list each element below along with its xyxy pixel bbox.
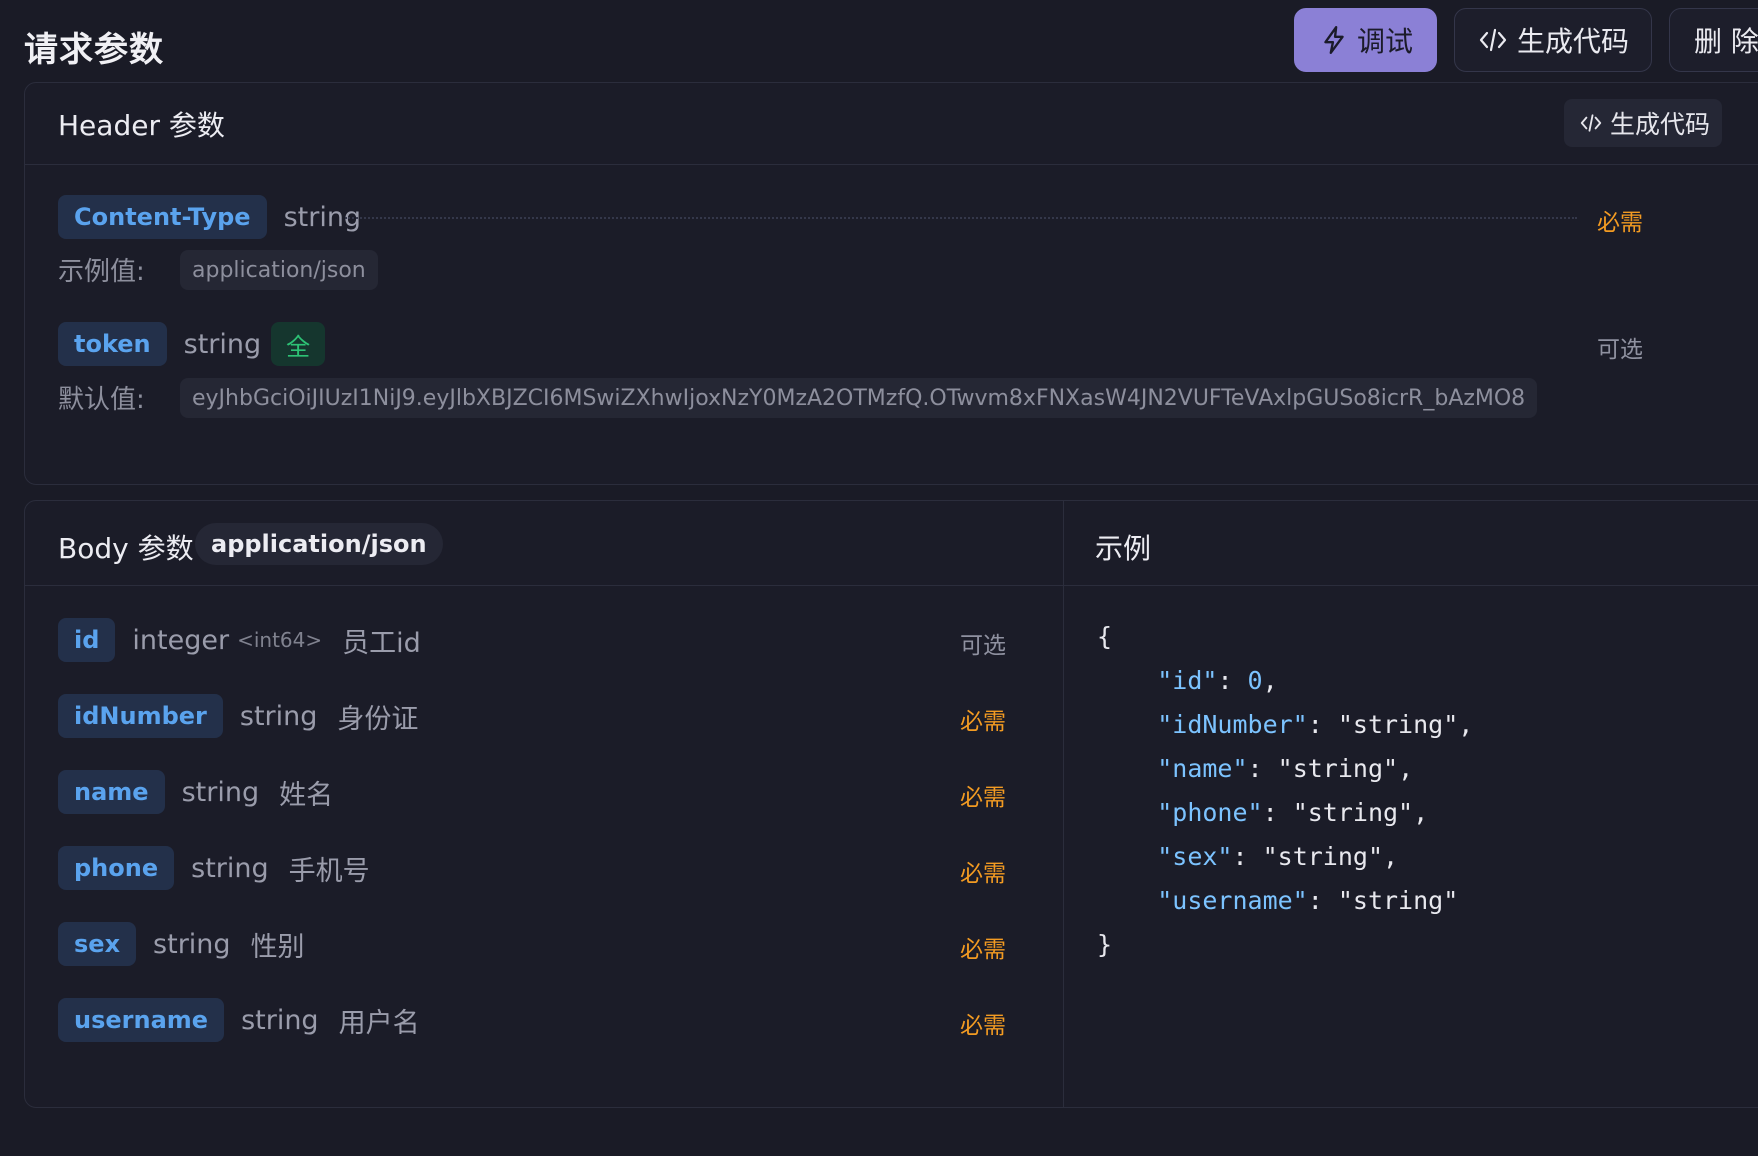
param-desc: 手机号 (288, 855, 370, 887)
param-name-tag[interactable]: Content-Type (58, 195, 267, 239)
delete-button[interactable]: 删 除 (1669, 8, 1758, 72)
json-key: "phone" (1157, 798, 1263, 827)
json-comma: , (1383, 842, 1399, 871)
header-params-head: Header 参数 生成代码 (25, 83, 1758, 165)
dotted-leader (345, 217, 1577, 219)
default-value: eyJhbGciOiJIUzI1NiJ9.eyJlbXBJZCI6MSwiZXh… (180, 378, 1538, 418)
body-param-row: phone string 手机号 (58, 846, 370, 890)
json-example: { "id": 0, "idNumber": "string", "name":… (1097, 615, 1473, 967)
code-icon (1580, 114, 1602, 132)
param-type: string (239, 700, 318, 732)
header-generate-code-button[interactable]: 生成代码 (1564, 99, 1722, 147)
param-name-tag[interactable]: name (58, 770, 165, 814)
all-badge: 全 (271, 322, 326, 366)
json-value: 0 (1247, 666, 1263, 695)
example-value: application/json (180, 250, 378, 290)
json-value: "string" (1277, 754, 1399, 783)
panel-divider (1063, 501, 1064, 1107)
json-open-brace: { (1097, 622, 1113, 651)
json-sep: : (1262, 798, 1293, 827)
json-comma: , (1413, 798, 1429, 827)
example-title: 示例 (1095, 532, 1152, 565)
param-name-tag[interactable]: phone (58, 846, 175, 890)
body-param-row: idNumber string 身份证 (58, 694, 418, 738)
json-key: "id" (1157, 666, 1218, 695)
param-name-tag[interactable]: idNumber (58, 694, 223, 738)
param-desc: 身份证 (337, 703, 419, 735)
json-value: "string" (1292, 798, 1414, 827)
param-name-tag[interactable]: username (58, 998, 225, 1042)
json-sep: : (1217, 666, 1248, 695)
header-params-title: Header 参数 (58, 108, 225, 142)
body-param-row: sex string 性别 (58, 922, 305, 966)
param-desc: 用户名 (338, 1007, 420, 1039)
lightning-icon (1324, 25, 1344, 55)
param-name-tag[interactable]: token (58, 322, 167, 366)
json-comma: , (1262, 666, 1278, 695)
json-sep: : (1232, 842, 1263, 871)
param-name-tag[interactable]: id (58, 618, 116, 662)
json-value: "string" (1262, 842, 1384, 871)
json-key: "idNumber" (1157, 710, 1308, 739)
required-label: 必需 (1597, 210, 1643, 236)
json-key: "sex" (1157, 842, 1233, 871)
param-type: string (241, 1004, 319, 1036)
param-type: integer (132, 624, 230, 656)
debug-button[interactable]: 调试 (1294, 8, 1437, 72)
param-type: string (181, 776, 260, 808)
delete-button-label: 删 除 (1694, 25, 1758, 58)
required-label: 必需 (960, 937, 1006, 963)
generate-code-label: 生成代码 (1517, 25, 1630, 58)
required-label: 必需 (960, 1013, 1006, 1039)
body-params-title: Body 参数 (58, 532, 194, 565)
body-params-panel: Body 参数 application/json 示例 id integer <… (24, 500, 1758, 1108)
code-icon (1479, 28, 1507, 52)
content-type-badge: application/json (195, 523, 443, 565)
generate-code-button[interactable]: 生成代码 (1454, 8, 1652, 72)
param-type: string (191, 852, 269, 884)
header-generate-code-label: 生成代码 (1610, 110, 1711, 139)
param-format: <int64> (237, 628, 323, 652)
optional-label: 可选 (1597, 337, 1643, 363)
param-type: string (183, 328, 262, 360)
json-value: "string" (1337, 710, 1459, 739)
json-key: "username" (1157, 886, 1308, 915)
param-type: string (153, 928, 231, 960)
required-label: 必需 (960, 785, 1006, 811)
default-value-label: 默认值: (58, 385, 145, 415)
json-comma: , (1458, 710, 1474, 739)
json-sep: : (1307, 886, 1338, 915)
top-actions: 调试 生成代码 删 除 (1294, 8, 1758, 72)
body-param-row: name string 姓名 (58, 770, 333, 814)
optional-label: 可选 (960, 633, 1006, 659)
page-title: 请求参数 (24, 30, 164, 70)
header-param-row: token string 全 (58, 322, 326, 366)
json-sep: : (1247, 754, 1278, 783)
param-desc: 性别 (250, 931, 305, 963)
param-name-tag[interactable]: sex (58, 922, 137, 966)
json-comma: , (1398, 754, 1414, 783)
json-key: "name" (1157, 754, 1248, 783)
json-value: "string" (1337, 886, 1459, 915)
required-label: 必需 (960, 861, 1006, 887)
body-param-row: username string 用户名 (58, 998, 420, 1042)
header-params-panel: Header 参数 生成代码 Content-Type string 必需 示例… (24, 82, 1758, 485)
body-param-row: id integer <int64> 员工id (58, 618, 421, 662)
debug-button-label: 调试 (1357, 25, 1414, 58)
top-bar: 请求参数 调试 生成代码 删 除 (0, 0, 1758, 84)
json-close-brace: } (1097, 930, 1113, 959)
header-param-row: Content-Type string (58, 195, 361, 239)
example-value-label: 示例值: (58, 257, 145, 287)
param-desc: 员工id (342, 627, 421, 659)
body-params-head: Body 参数 application/json 示例 (25, 501, 1758, 586)
json-sep: : (1307, 710, 1338, 739)
param-desc: 姓名 (279, 779, 334, 811)
required-label: 必需 (960, 709, 1006, 735)
